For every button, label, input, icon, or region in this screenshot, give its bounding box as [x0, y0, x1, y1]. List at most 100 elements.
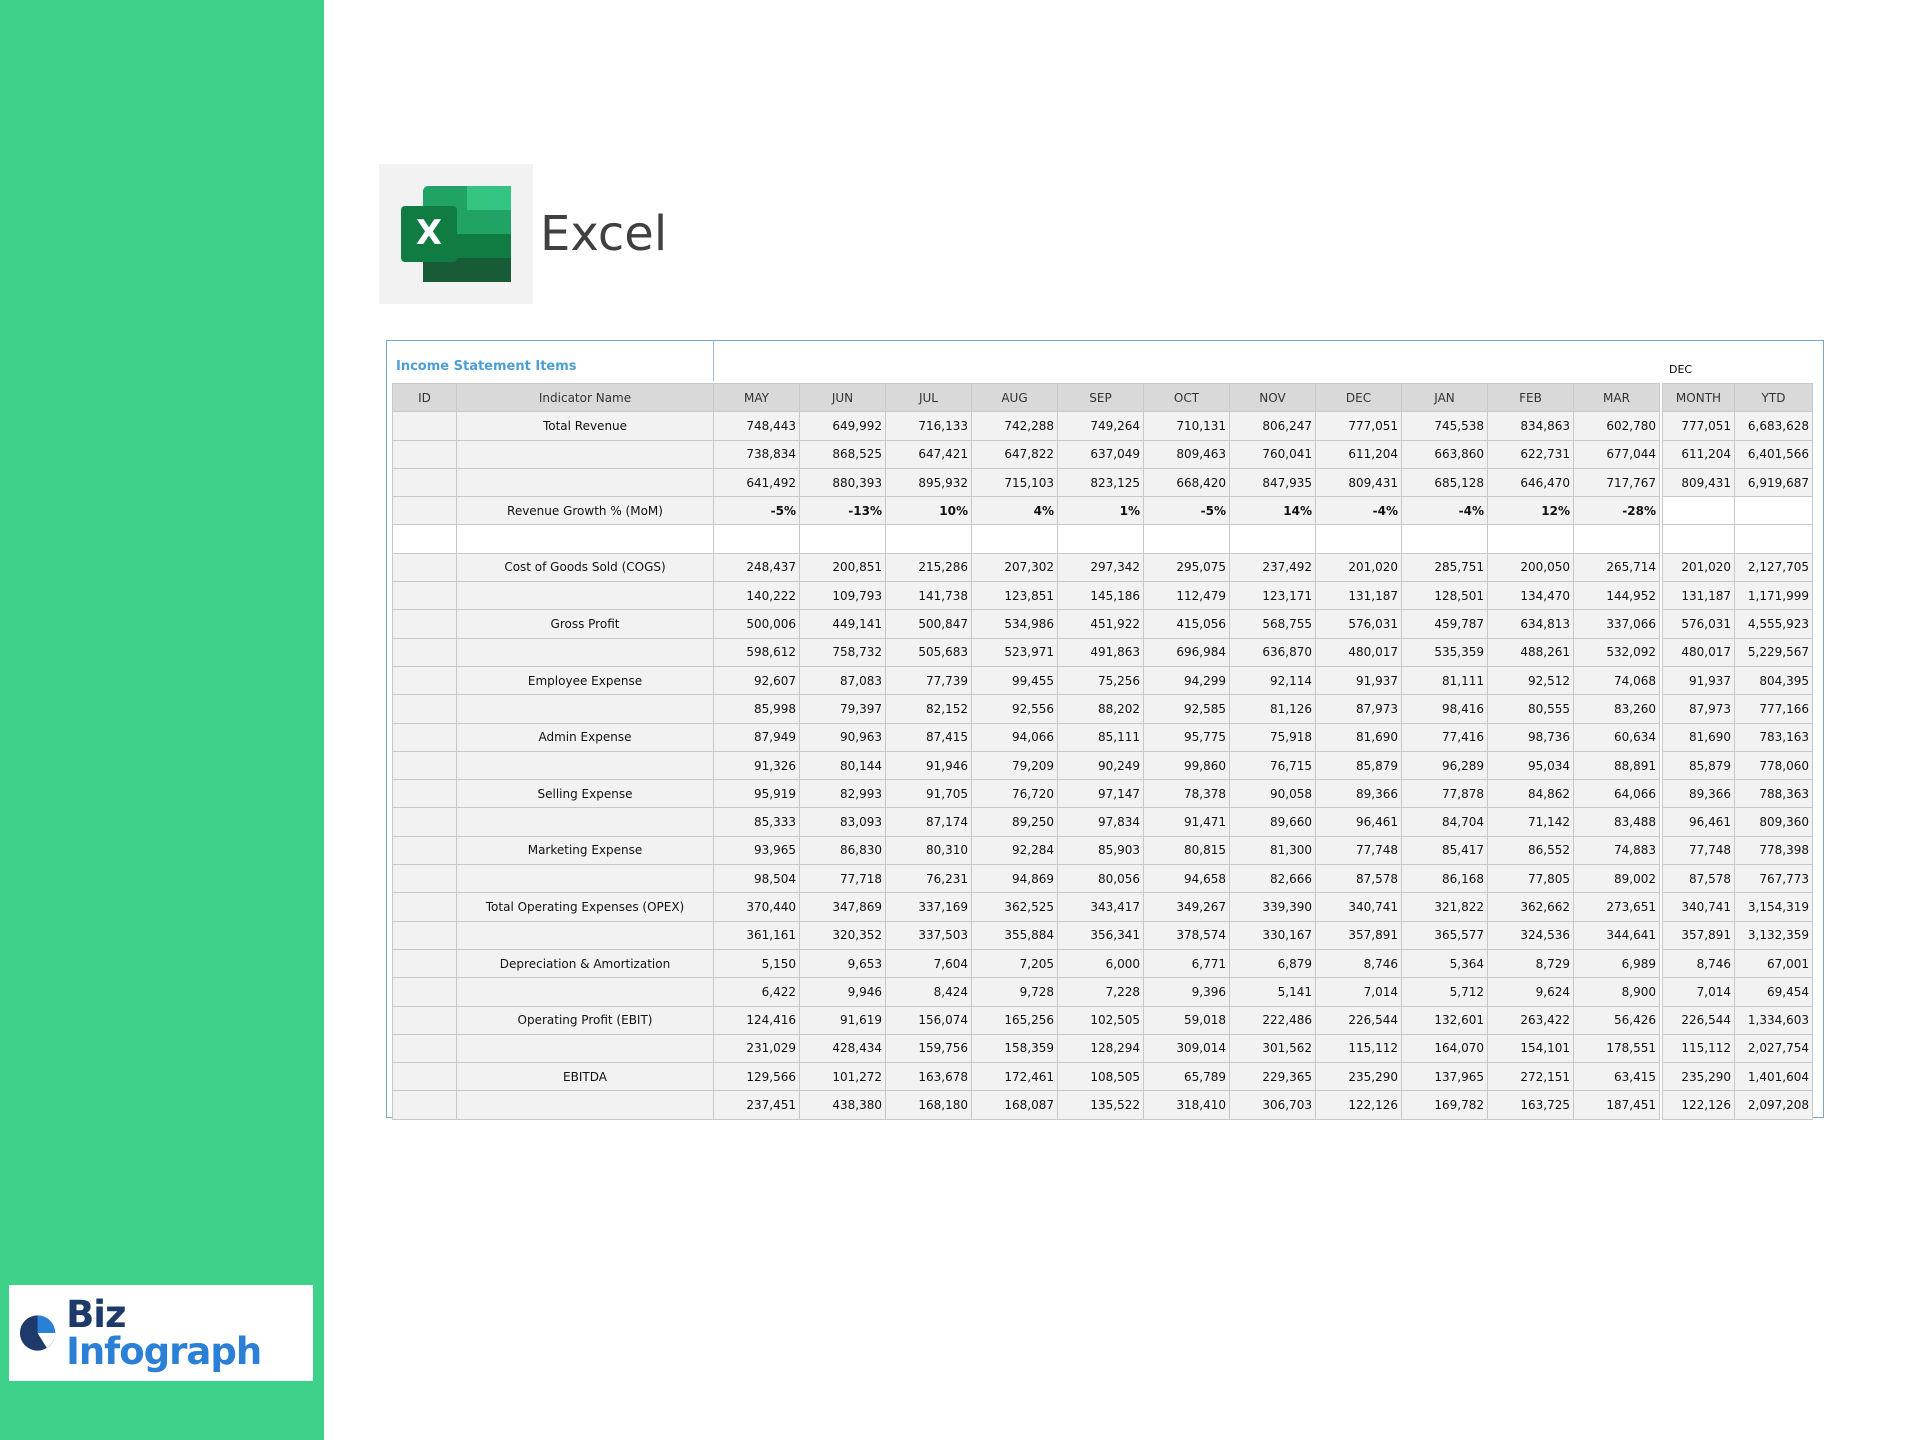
cell-value[interactable]: 124,416: [713, 1005, 800, 1035]
cell-ytd-total[interactable]: 1,401,604: [1734, 1062, 1813, 1092]
cell-value[interactable]: 532,092: [1573, 637, 1660, 667]
cell-value[interactable]: 1%: [1057, 496, 1144, 526]
cell-value[interactable]: 685,128: [1401, 467, 1488, 498]
cell-ytd-total[interactable]: 6,401,566: [1734, 439, 1813, 469]
cell-value[interactable]: 715,103: [971, 467, 1058, 498]
cell-ytd-total[interactable]: 777,166: [1734, 694, 1813, 724]
cell-value[interactable]: -4%: [1315, 496, 1402, 526]
cell-value[interactable]: 6,879: [1229, 948, 1316, 979]
header-id[interactable]: ID: [392, 382, 457, 413]
cell-value[interactable]: 89,250: [971, 807, 1058, 837]
cell-value[interactable]: 809,431: [1315, 467, 1402, 498]
cell-value[interactable]: 576,031: [1315, 609, 1402, 639]
cell-value[interactable]: 87,415: [885, 722, 972, 752]
cell-value[interactable]: 97,147: [1057, 779, 1144, 809]
cell-id[interactable]: [392, 467, 457, 498]
cell-value[interactable]: 91,946: [885, 750, 972, 781]
cell-value[interactable]: 76,720: [971, 779, 1058, 809]
cell-value[interactable]: 83,488: [1573, 807, 1660, 837]
cell-month-total[interactable]: 96,461: [1662, 807, 1735, 837]
cell-value[interactable]: 9,946: [799, 977, 886, 1007]
cell-value[interactable]: 128,294: [1057, 1033, 1144, 1064]
cell-value[interactable]: 81,300: [1229, 835, 1316, 866]
cell-month-total[interactable]: 480,017: [1662, 637, 1735, 667]
cell-indicator-name[interactable]: [456, 864, 714, 894]
cell-value[interactable]: 86,168: [1401, 864, 1488, 894]
cell-ytd-total[interactable]: 804,395: [1734, 665, 1813, 696]
header-summary-ytd[interactable]: YTD: [1734, 382, 1813, 413]
cell-value[interactable]: -5%: [1143, 496, 1230, 526]
cell-value[interactable]: 115,112: [1315, 1033, 1402, 1064]
cell-month-total[interactable]: 87,578: [1662, 864, 1735, 894]
cell-value[interactable]: 64,066: [1573, 779, 1660, 809]
cell-month-total[interactable]: 8,746: [1662, 948, 1735, 979]
cell-value[interactable]: 163,678: [885, 1062, 972, 1092]
cell-value[interactable]: 82,993: [799, 779, 886, 809]
cell-ytd-total[interactable]: 69,454: [1734, 977, 1813, 1007]
cell-value[interactable]: 94,066: [971, 722, 1058, 752]
cell-value[interactable]: 165,256: [971, 1005, 1058, 1035]
cell-value[interactable]: 96,461: [1315, 807, 1402, 837]
header-summary-month[interactable]: MONTH: [1662, 382, 1735, 413]
cell-value[interactable]: 60,634: [1573, 722, 1660, 752]
cell-value[interactable]: 647,421: [885, 439, 972, 469]
cell-value[interactable]: 636,870: [1229, 637, 1316, 667]
cell-ytd-total[interactable]: 2,097,208: [1734, 1090, 1813, 1120]
cell-value[interactable]: 649,992: [799, 411, 886, 441]
cell-value[interactable]: 361,161: [713, 920, 800, 950]
cell-value[interactable]: 80,555: [1487, 694, 1574, 724]
cell-value[interactable]: 131,187: [1315, 581, 1402, 611]
cell-value[interactable]: 320,352: [799, 920, 886, 950]
cell-id[interactable]: [392, 750, 457, 781]
cell-value[interactable]: 156,074: [885, 1005, 972, 1035]
cell-id[interactable]: [392, 835, 457, 866]
cell-indicator-name[interactable]: Total Revenue: [456, 411, 714, 441]
cell-value[interactable]: 82,152: [885, 694, 972, 724]
cell-id[interactable]: [392, 694, 457, 724]
cell-month-total[interactable]: 77,748: [1662, 835, 1735, 866]
cell-indicator-name[interactable]: Admin Expense: [456, 722, 714, 752]
header-month-jun[interactable]: JUN: [799, 382, 886, 413]
cell-value[interactable]: 89,366: [1315, 779, 1402, 809]
cell-value[interactable]: -28%: [1573, 496, 1660, 526]
cell-value[interactable]: 168,180: [885, 1090, 972, 1120]
cell-value[interactable]: [1401, 524, 1488, 554]
cell-value[interactable]: [799, 524, 886, 554]
cell-value[interactable]: 749,264: [1057, 411, 1144, 441]
cell-value[interactable]: 5,712: [1401, 977, 1488, 1007]
cell-ytd-total[interactable]: 783,163: [1734, 722, 1813, 752]
cell-value[interactable]: 4%: [971, 496, 1058, 526]
cell-value[interactable]: 77,718: [799, 864, 886, 894]
cell-value[interactable]: 8,900: [1573, 977, 1660, 1007]
cell-value[interactable]: 201,020: [1315, 552, 1402, 583]
cell-value[interactable]: 91,326: [713, 750, 800, 781]
cell-value[interactable]: 99,455: [971, 665, 1058, 696]
cell-value[interactable]: [1229, 524, 1316, 554]
cell-value[interactable]: 344,641: [1573, 920, 1660, 950]
cell-value[interactable]: 6,000: [1057, 948, 1144, 979]
cell-value[interactable]: 306,703: [1229, 1090, 1316, 1120]
cell-value[interactable]: 265,714: [1573, 552, 1660, 583]
header-indicator-name[interactable]: Indicator Name: [456, 382, 714, 413]
cell-ytd-total[interactable]: 2,027,754: [1734, 1033, 1813, 1064]
cell-value[interactable]: 415,056: [1143, 609, 1230, 639]
cell-value[interactable]: 647,822: [971, 439, 1058, 469]
cell-value[interactable]: [1315, 524, 1402, 554]
cell-value[interactable]: 301,562: [1229, 1033, 1316, 1064]
cell-value[interactable]: 235,290: [1315, 1062, 1402, 1092]
cell-value[interactable]: 92,284: [971, 835, 1058, 866]
cell-value[interactable]: 215,286: [885, 552, 972, 583]
cell-value[interactable]: 158,359: [971, 1033, 1058, 1064]
cell-ytd-total[interactable]: 67,001: [1734, 948, 1813, 979]
cell-id[interactable]: [392, 1005, 457, 1035]
cell-value[interactable]: 108,505: [1057, 1062, 1144, 1092]
cell-value[interactable]: 88,891: [1573, 750, 1660, 781]
cell-value[interactable]: 88,202: [1057, 694, 1144, 724]
cell-ytd-total[interactable]: 809,360: [1734, 807, 1813, 837]
cell-value[interactable]: 84,704: [1401, 807, 1488, 837]
cell-value[interactable]: 378,574: [1143, 920, 1230, 950]
cell-value[interactable]: 141,738: [885, 581, 972, 611]
cell-value[interactable]: 92,607: [713, 665, 800, 696]
cell-value[interactable]: 80,310: [885, 835, 972, 866]
cell-value[interactable]: 14%: [1229, 496, 1316, 526]
